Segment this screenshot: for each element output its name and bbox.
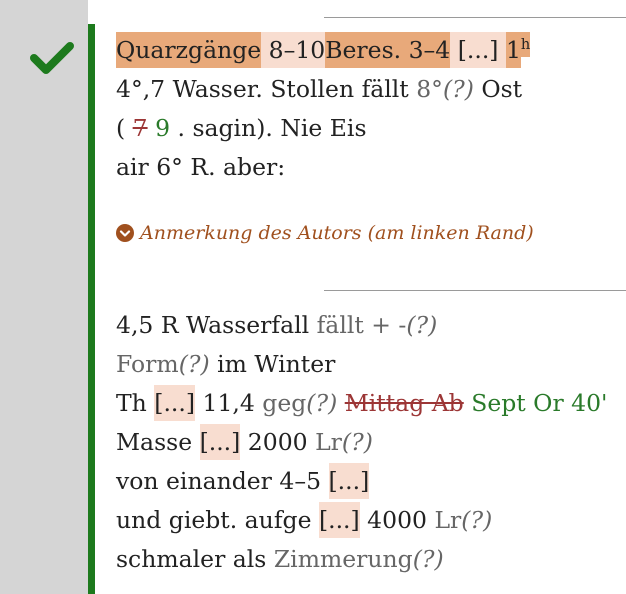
text-span: schmaler als <box>116 545 274 573</box>
highlight-strong: Beres. 3–4 <box>325 32 451 68</box>
text-line: 4°,7 Wasser. Stollen fällt 8°(?) Ost <box>116 70 530 109</box>
text-span: air 6° R. aber: <box>116 153 286 181</box>
text-span: Masse <box>116 428 200 456</box>
unclear-word: 8° <box>416 75 443 103</box>
text-span: von einander 4–5 <box>116 467 329 495</box>
unclear-word: fällt + - <box>316 311 407 339</box>
text-span <box>337 389 344 417</box>
text-line: Quarzgänge 8–10Beres. 3–4 [...] 1h <box>116 31 531 70</box>
highlight-strong: 1 <box>505 32 521 68</box>
author-note-toggle[interactable]: Anmerkung des Autors (am linken Rand) <box>116 222 534 244</box>
text-span: im Winter <box>209 350 336 378</box>
left-rail <box>0 0 88 594</box>
highlight-light: 8–10 <box>261 32 326 68</box>
text-line: Th [...] 11,4 geg(?) Mittag Ab Sept Or 4… <box>116 384 608 423</box>
divider-top <box>324 17 626 18</box>
superscript: h <box>520 32 531 58</box>
unclear-word: Lr <box>434 506 462 534</box>
addition: Sept Or 40' <box>471 389 608 417</box>
highlight-strong: Quarzgänge <box>116 32 262 68</box>
text-line: von einander 4–5 [...] <box>116 462 608 501</box>
unclear-mark: (?) <box>406 311 438 339</box>
transcription-block-2: 4,5 R Wasserfall fällt + -(?) Form(?) im… <box>116 306 608 579</box>
highlight-light <box>498 32 506 68</box>
text-line: air 6° R. aber: <box>116 148 530 187</box>
text-span: ( <box>116 114 133 142</box>
text-span: Th <box>116 389 155 417</box>
text-line: und giebt. aufge [...] 4000 Lr(?) <box>116 501 608 540</box>
transcription-block-1: Quarzgänge 8–10Beres. 3–4 [...] 1h 4°,7 … <box>116 31 531 187</box>
text-line: 4,5 R Wasserfall fällt + -(?) <box>116 306 608 345</box>
deletion: 7 <box>132 114 148 142</box>
text-span: 11,4 <box>195 389 263 417</box>
author-note-label: Anmerkung des Autors (am linken Rand) <box>140 222 534 244</box>
text-span: 2000 <box>240 428 316 456</box>
text-span: Ost <box>473 75 523 103</box>
chevron-down-circle-icon <box>116 224 134 242</box>
check-icon <box>30 42 74 74</box>
text-span: 4,5 R Wasserfall <box>116 311 317 339</box>
unclear-mark: (?) <box>412 545 444 573</box>
highlight-light <box>450 32 458 68</box>
illegible-marker: [...] <box>154 385 196 421</box>
addition: 9 <box>155 114 171 142</box>
text-line: Masse [...] 2000 Lr(?) <box>116 423 608 462</box>
status-bar <box>88 24 95 594</box>
text-span: und giebt. aufge <box>116 506 319 534</box>
unclear-mark: (?) <box>461 506 493 534</box>
unclear-mark: (?) <box>178 350 210 378</box>
text-line: ( 7 9 . sagin). Nie Eis <box>116 109 530 148</box>
unclear-word: Zimmerung <box>273 545 413 573</box>
text-span: . sagin). Nie Eis <box>170 114 367 142</box>
unclear-word: Form <box>116 350 179 378</box>
text-line: Form(?) im Winter <box>116 345 608 384</box>
unclear-mark: (?) <box>442 75 474 103</box>
illegible-marker: [...] <box>199 424 241 460</box>
unclear-mark: (?) <box>306 389 338 417</box>
deletion: Mittag Ab <box>344 389 464 417</box>
text-line: schmaler als Zimmerung(?) <box>116 540 608 579</box>
unclear-word: Lr <box>315 428 342 456</box>
text-span: 4°,7 Wasser. Stollen fällt <box>116 75 417 103</box>
illegible-marker: [...] <box>457 32 499 68</box>
illegible-marker: [...] <box>318 502 360 538</box>
unclear-word: geg <box>262 389 307 417</box>
unclear-mark: (?) <box>341 428 373 456</box>
divider-middle <box>324 290 626 291</box>
illegible-marker: [...] <box>328 463 370 499</box>
text-span: 4000 <box>359 506 435 534</box>
text-span <box>148 114 155 142</box>
